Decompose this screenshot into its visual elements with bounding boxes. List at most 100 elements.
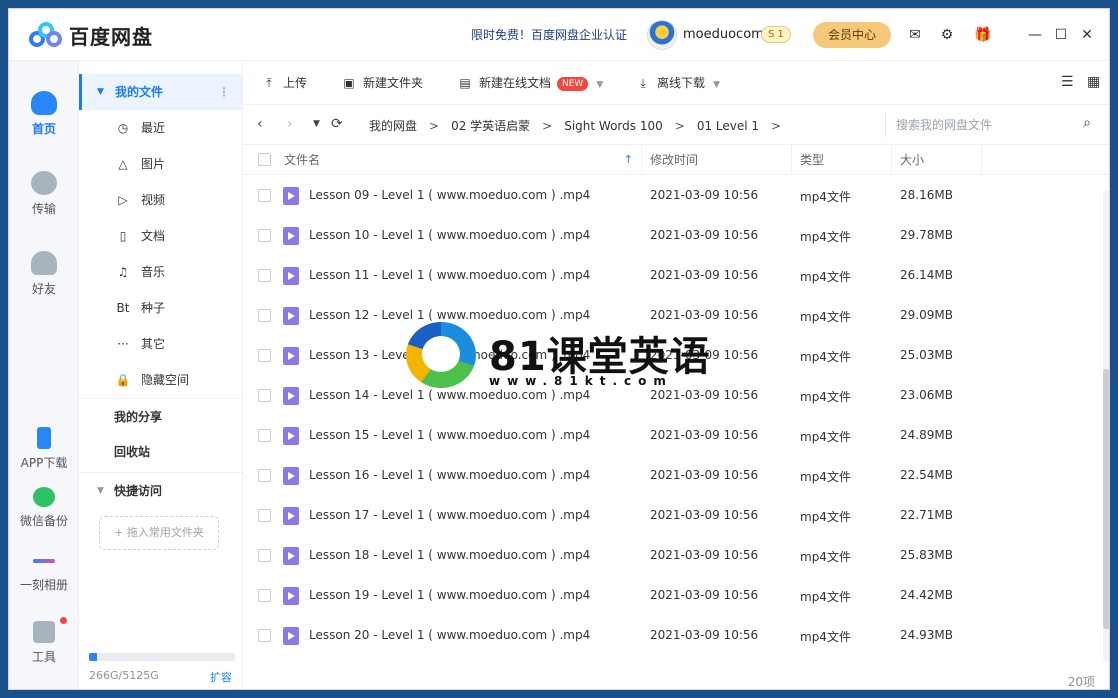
notification-dot [60,617,67,624]
file-name[interactable]: Lesson 15 - Level 1 ( www.moeduo.com ) .… [309,428,590,442]
file-name[interactable]: Lesson 17 - Level 1 ( www.moeduo.com ) .… [309,508,590,522]
upload-button[interactable]: ⤒ 上传 [261,74,307,91]
sidebar-item[interactable]: △ 图片 [79,146,243,182]
row-checkbox[interactable] [258,429,271,442]
history-dropdown-icon[interactable]: ▼ [313,119,320,129]
row-checkbox[interactable] [258,549,271,562]
row-checkbox[interactable] [258,389,271,402]
nav-friends[interactable]: 好友 [9,251,79,297]
torrent-icon: Bt [116,301,130,315]
left-nav: 首页 传输 好友 APP下载 微信备份 一刻相册 工具 [9,61,79,689]
breadcrumb-item[interactable]: 02 学英语启蒙 [451,119,530,133]
forward-arrow-icon[interactable]: › [287,116,293,132]
new-online-doc-button[interactable]: ▤ 新建在线文档 NEW ▼ [457,74,603,91]
file-name[interactable]: Lesson 09 - Level 1 ( www.moeduo.com ) .… [309,188,590,202]
table-row[interactable]: Lesson 19 - Level 1 ( www.moeduo.com ) .… [243,576,1093,616]
gear-icon[interactable]: ⚙ [937,25,957,45]
sidebar-recycle-bin[interactable]: 回收站 [79,434,243,470]
column-header-size[interactable]: 大小 [892,145,982,175]
sidebar-item[interactable]: ♫ 音乐 [79,254,243,290]
nav-home[interactable]: 首页 [9,91,79,137]
table-row[interactable]: Lesson 10 - Level 1 ( www.moeduo.com ) .… [243,216,1093,256]
scrollbar-thumb[interactable] [1103,369,1109,629]
minimize-icon[interactable]: — [1025,25,1045,45]
wechat-icon [33,487,55,507]
nav-tools[interactable]: 工具 [9,617,79,665]
sidebar-item-label: 最近 [141,121,166,135]
scrollbar[interactable] [1103,191,1109,661]
column-header-name[interactable]: 文件名 ↑ [276,145,642,175]
table-row[interactable]: Lesson 11 - Level 1 ( www.moeduo.com ) .… [243,256,1093,296]
breadcrumb-item[interactable]: 我的网盘 [369,119,417,133]
file-type: mp4文件 [800,590,851,604]
file-modified: 2021-03-09 10:56 [650,228,759,242]
column-header-type[interactable]: 类型 [792,145,892,175]
row-checkbox[interactable] [258,269,271,282]
app-title: 百度网盘 [69,25,153,49]
mail-icon[interactable]: ✉ [905,25,925,45]
file-name[interactable]: Lesson 18 - Level 1 ( www.moeduo.com ) .… [309,548,590,562]
quick-access-drop-zone[interactable]: + 拖入常用文件夹 [99,516,219,550]
enterprise-promo-link[interactable]: 限时免费！百度网盘企业认证 [471,26,627,43]
new-folder-button[interactable]: ▣ 新建文件夹 [341,74,423,91]
breadcrumb-item[interactable]: Sight Words 100 [564,119,663,133]
search-input[interactable] [896,115,1066,135]
breadcrumb-item[interactable]: 01 Level 1 [697,119,759,133]
row-checkbox[interactable] [258,189,271,202]
maximize-icon[interactable]: ☐ [1051,25,1071,45]
sort-icon[interactable]: ☰ [1061,74,1074,90]
chevron-down-icon[interactable]: ▼ [596,80,603,90]
nav-app-download[interactable]: APP下载 [9,427,79,471]
username[interactable]: moeduocom [683,27,764,42]
nav-album[interactable]: 一刻相册 [9,551,79,593]
search-icon[interactable]: ⌕ [1083,115,1091,131]
upload-label: 上传 [283,76,308,90]
nav-wechat-backup[interactable]: 微信备份 [9,487,79,529]
column-header-modified[interactable]: 修改时间 [642,145,792,175]
offline-download-button[interactable]: ⤓ 离线下载 ▼ [635,74,720,91]
sidebar-item[interactable]: 🔒 隐藏空间 [79,362,243,398]
table-row[interactable]: Lesson 16 - Level 1 ( www.moeduo.com ) .… [243,456,1093,496]
file-modified: 2021-03-09 10:56 [650,628,759,642]
sidebar-item[interactable]: Bt 种子 [79,290,243,326]
sidebar-item[interactable]: ◷ 最近 [79,110,243,146]
sidebar-my-files[interactable]: ▼ 我的文件 ⋮ [79,74,243,110]
file-name[interactable]: Lesson 20 - Level 1 ( www.moeduo.com ) .… [309,628,590,642]
file-modified: 2021-03-09 10:56 [650,428,759,442]
file-name[interactable]: Lesson 16 - Level 1 ( www.moeduo.com ) .… [309,468,590,482]
row-checkbox[interactable] [258,309,271,322]
grid-view-icon[interactable]: ▦ [1087,74,1100,90]
nav-transfer[interactable]: 传输 [9,171,79,217]
table-row[interactable]: Lesson 09 - Level 1 ( www.moeduo.com ) .… [243,176,1093,216]
baidu-netdisk-logo-icon [29,21,63,50]
close-icon[interactable]: ✕ [1077,25,1097,45]
file-name[interactable]: Lesson 10 - Level 1 ( www.moeduo.com ) .… [309,228,590,242]
file-name[interactable]: Lesson 11 - Level 1 ( www.moeduo.com ) .… [309,268,590,282]
table-row[interactable]: Lesson 17 - Level 1 ( www.moeduo.com ) .… [243,496,1093,536]
row-checkbox[interactable] [258,509,271,522]
gift-icon[interactable]: 🎁 [973,25,993,45]
chevron-down-icon[interactable]: ▼ [713,80,720,90]
back-arrow-icon[interactable]: ‹ [257,116,263,132]
watermark-logo-icon [406,322,476,388]
row-checkbox[interactable] [258,229,271,242]
row-checkbox[interactable] [258,629,271,642]
table-row[interactable]: Lesson 15 - Level 1 ( www.moeduo.com ) .… [243,416,1093,456]
expand-storage-link[interactable]: 扩容 [210,669,232,685]
sidebar-quick-access[interactable]: ▼ 快捷访问 [79,472,243,508]
avatar[interactable] [647,20,677,50]
sidebar-item[interactable]: ▯ 文档 [79,218,243,254]
file-name[interactable]: Lesson 19 - Level 1 ( www.moeduo.com ) .… [309,588,590,602]
sidebar-my-share[interactable]: 我的分享 [79,398,243,434]
row-checkbox[interactable] [258,589,271,602]
select-all-checkbox[interactable] [258,153,271,166]
table-row[interactable]: Lesson 20 - Level 1 ( www.moeduo.com ) .… [243,616,1093,656]
refresh-icon[interactable]: ⟳ [331,116,343,132]
row-checkbox[interactable] [258,469,271,482]
sidebar-item[interactable]: ··· 其它 [79,326,243,362]
sidebar-item[interactable]: ▷ 视频 [79,182,243,218]
member-center-button[interactable]: 会员中心 [813,22,891,48]
table-row[interactable]: Lesson 18 - Level 1 ( www.moeduo.com ) .… [243,536,1093,576]
row-checkbox[interactable] [258,349,271,362]
more-vertical-icon[interactable]: ⋮ [218,74,230,110]
